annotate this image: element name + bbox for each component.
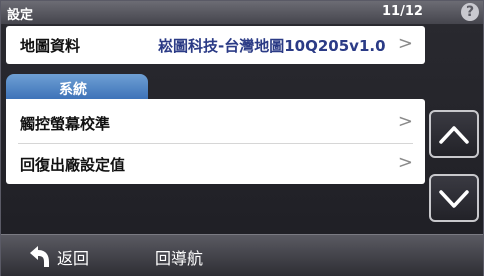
bottom-bar: 返回 回導航	[1, 234, 483, 276]
divider	[18, 143, 413, 144]
page-title: 設定	[7, 8, 34, 23]
chevron-right-icon: >	[397, 152, 413, 173]
back-arrow-icon	[30, 246, 49, 267]
return-to-navigation-button[interactable]: 回導航	[151, 235, 231, 276]
back-button[interactable]: 返回	[23, 235, 123, 276]
help-icon[interactable]: ?	[461, 3, 479, 21]
tab-system-label: 系統	[59, 82, 87, 98]
scroll-down-button[interactable]	[429, 174, 479, 222]
tab-system[interactable]: 系統	[6, 74, 148, 101]
map-data-row[interactable]: 地圖資料 崧圖科技-台灣地圖10Q205v1.0 >	[6, 26, 425, 64]
touch-calibration-label: 觸控螢幕校準	[20, 115, 111, 133]
map-data-label: 地圖資料	[20, 37, 81, 55]
scroll-up-button[interactable]	[429, 110, 479, 158]
chevron-right-icon: >	[397, 33, 413, 54]
chevron-right-icon: >	[397, 111, 413, 132]
factory-reset-label: 回復出廠設定值	[20, 156, 126, 174]
chevron-up-icon	[439, 126, 469, 144]
return-to-navigation-label: 回導航	[155, 249, 204, 268]
title-bar: 設定 11/12 ?	[1, 1, 483, 25]
back-label: 返回	[57, 249, 90, 268]
chevron-down-icon	[439, 190, 469, 208]
page-counter: 11/12	[382, 4, 423, 19]
map-data-value: 崧圖科技-台灣地圖10Q205v1.0	[158, 37, 386, 55]
system-settings-list: 觸控螢幕校準 > 回復出廠設定值 >	[6, 99, 425, 184]
settings-screen: 設定 11/12 ? 地圖資料 崧圖科技-台灣地圖10Q205v1.0 > 系統…	[0, 0, 484, 276]
